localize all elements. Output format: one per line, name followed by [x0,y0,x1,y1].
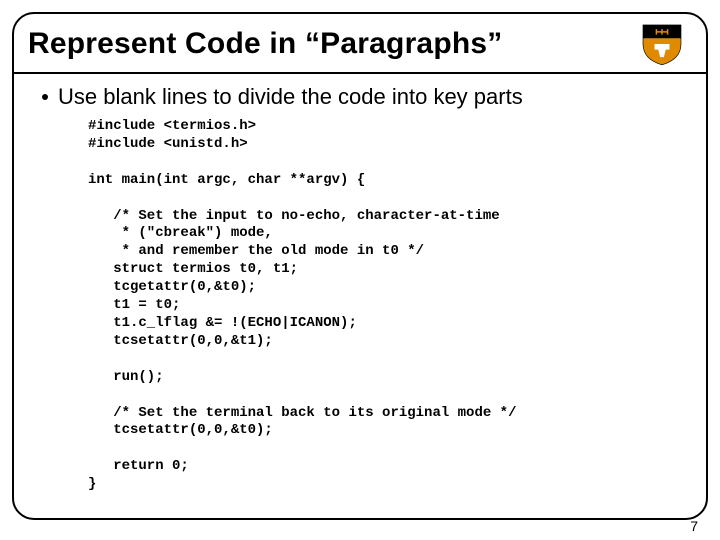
code-block: #include <termios.h> #include <unistd.h>… [88,118,688,494]
slide-frame: Represent Code in “Paragraphs” Use blank… [12,12,708,520]
bullet-dot-icon [42,94,48,100]
slide: Represent Code in “Paragraphs” Use blank… [0,0,720,540]
page-number: 7 [690,518,698,534]
slide-title: Represent Code in “Paragraphs” [28,27,632,61]
logo-princeton-shield-icon [632,20,692,68]
bullet-text: Use blank lines to divide the code into … [58,84,523,110]
title-row: Represent Code in “Paragraphs” [14,14,706,74]
slide-body: Use blank lines to divide the code into … [14,74,706,502]
bullet-item: Use blank lines to divide the code into … [42,84,688,110]
